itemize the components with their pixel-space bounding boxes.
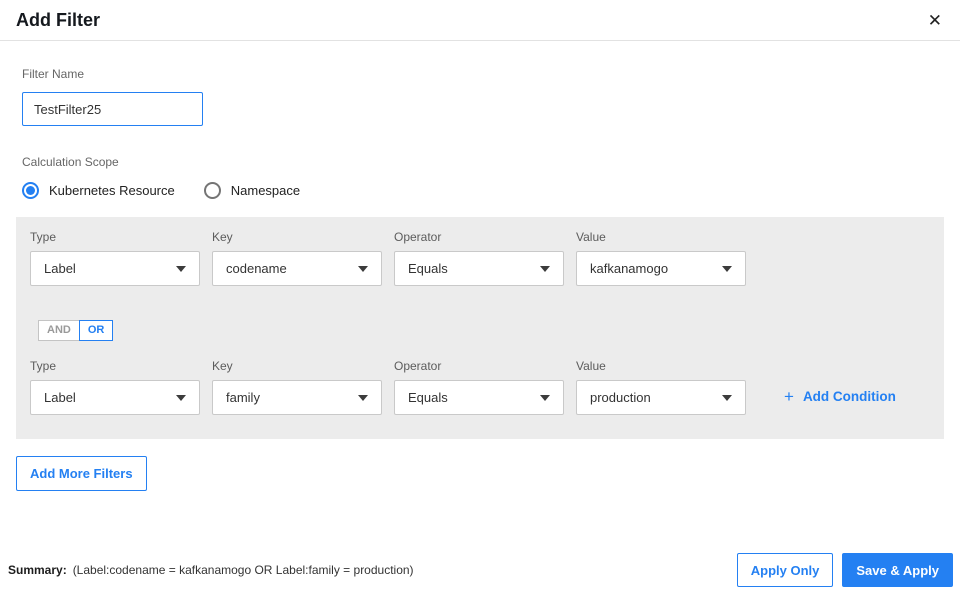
condition-field-operator: Operator Equals xyxy=(394,359,564,416)
radio-label: Kubernetes Resource xyxy=(49,183,175,198)
select-value: kafkanamogo xyxy=(590,261,669,276)
field-label: Operator xyxy=(394,230,442,244)
key-select[interactable]: family xyxy=(212,380,382,416)
radio-icon xyxy=(22,182,39,199)
add-condition-link[interactable]: + Add Condition xyxy=(784,388,896,405)
close-icon[interactable]: ✕ xyxy=(926,10,944,31)
select-value: Label xyxy=(44,261,76,276)
condition-field-key: Key codename xyxy=(212,230,382,286)
field-label: Key xyxy=(212,359,233,374)
chevron-down-icon xyxy=(176,265,186,272)
radio-icon xyxy=(203,182,221,199)
chevron-down-icon xyxy=(722,265,732,272)
radio-label: Namespace xyxy=(230,183,301,198)
chevron-down-icon xyxy=(358,394,368,401)
save-and-apply-button[interactable]: Save & Apply xyxy=(842,553,953,587)
radio-kubernetes-resource[interactable]: Kubernetes Resource xyxy=(22,182,175,199)
filter-name-input[interactable] xyxy=(22,92,203,126)
type-select[interactable]: Label xyxy=(30,251,200,286)
select-value: production xyxy=(590,390,651,406)
filter-name-label: Filter Name xyxy=(22,67,85,81)
field-label: Value xyxy=(576,230,606,244)
logic-toggle: AND OR xyxy=(38,320,930,342)
key-select[interactable]: codename xyxy=(212,251,382,286)
operator-select[interactable]: Equals xyxy=(394,380,564,416)
select-value: Label xyxy=(44,390,76,406)
condition-field-type: Type Label xyxy=(30,359,200,416)
chevron-down-icon xyxy=(540,394,550,401)
summary-text: (Label:codename = kafkanamogo OR Label:f… xyxy=(72,563,414,577)
dialog-footer: Summary: (Label:codename = kafkanamogo OR… xyxy=(8,553,953,587)
condition-field-value: Value production xyxy=(576,359,746,416)
select-value: codename xyxy=(226,261,287,276)
condition-field-key: Key family xyxy=(212,359,382,416)
conditions-panel: Type Label Key codename Operator Equals xyxy=(16,217,944,440)
add-condition-label: Add Condition xyxy=(802,389,896,405)
type-select[interactable]: Label xyxy=(30,380,200,416)
operator-select[interactable]: Equals xyxy=(394,251,564,286)
condition-row-1: Type Label Key codename Operator Equals xyxy=(30,230,930,286)
field-label: Value xyxy=(576,359,606,374)
select-value: Equals xyxy=(408,261,448,276)
radio-namespace[interactable]: Namespace xyxy=(203,182,301,199)
dialog-title: Add Filter xyxy=(16,9,100,30)
calculation-scope-options: Kubernetes Resource Namespace xyxy=(22,182,944,199)
condition-field-type: Type Label xyxy=(30,230,200,286)
field-label: Key xyxy=(212,230,233,244)
add-more-filters-button[interactable]: Add More Filters xyxy=(16,456,147,492)
select-value: family xyxy=(226,390,260,406)
plus-icon: + xyxy=(784,387,794,407)
summary: Summary: (Label:codename = kafkanamogo OR… xyxy=(8,563,414,577)
chevron-down-icon xyxy=(176,394,186,401)
select-value: Equals xyxy=(408,390,448,406)
value-select[interactable]: production xyxy=(576,380,746,416)
dialog-header: Add Filter ✕ xyxy=(0,0,960,41)
field-label: Type xyxy=(30,230,57,244)
value-select[interactable]: kafkanamogo xyxy=(576,251,746,286)
footer-actions: Apply Only Save & Apply xyxy=(736,553,953,587)
summary-label: Summary: xyxy=(8,563,67,577)
or-toggle-button[interactable]: OR xyxy=(78,320,114,342)
dialog-body: Filter Name Calculation Scope Kubernetes… xyxy=(0,65,960,492)
chevron-down-icon xyxy=(540,265,550,272)
filter-name-block: Filter Name xyxy=(22,65,944,126)
chevron-down-icon xyxy=(722,394,732,401)
calculation-scope-block: Calculation Scope Kubernetes Resource Na… xyxy=(22,153,944,199)
field-label: Operator xyxy=(394,359,442,374)
field-label: Type xyxy=(30,359,57,374)
chevron-down-icon xyxy=(358,265,368,272)
condition-field-value: Value kafkanamogo xyxy=(576,230,746,286)
calculation-scope-label: Calculation Scope xyxy=(22,155,119,169)
and-toggle-button[interactable]: AND xyxy=(38,320,80,342)
condition-row-2: Type Label Key family Operator Equals Va… xyxy=(30,359,930,416)
apply-only-button[interactable]: Apply Only xyxy=(736,553,834,587)
condition-field-operator: Operator Equals xyxy=(394,230,564,286)
